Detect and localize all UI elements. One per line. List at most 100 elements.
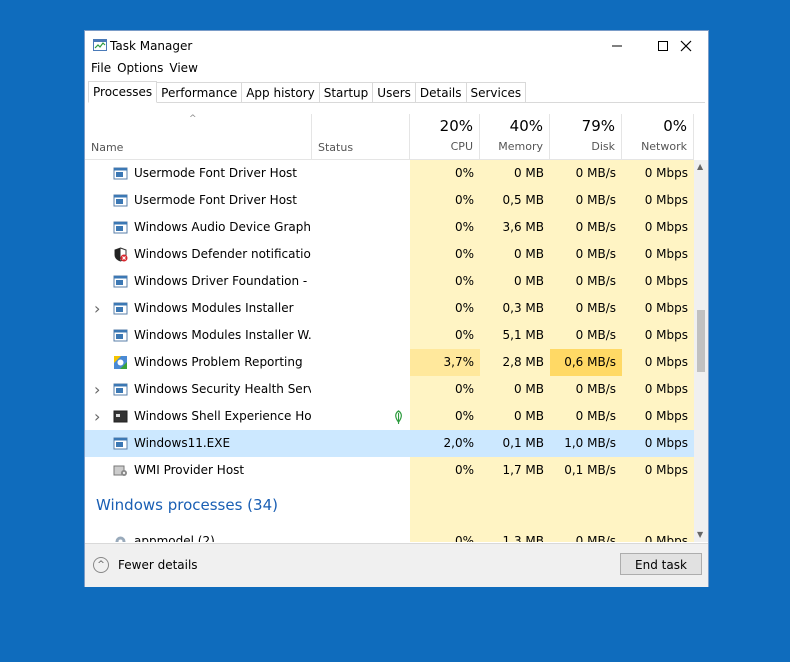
process-name-cell: Windows Audio Device Graph Is... [85,214,311,241]
process-name-cell: WMI Provider Host [85,457,311,484]
disk-value: 0 MB/s [550,187,622,214]
task-manager-icon [93,39,107,51]
network-value: 0 Mbps [622,160,694,187]
network-value: 0 Mbps [622,322,694,349]
cpu-value: 0% [410,376,480,403]
network-value: 0 Mbps [622,403,694,430]
suspended-leaf-icon [395,410,402,424]
network-column-label: Network [641,140,687,153]
name-column-label: Name [91,141,124,154]
status-column-header[interactable]: Status [312,114,410,159]
close-icon [680,40,692,52]
process-name-cell: Windows Driver Foundation - U... [85,268,311,295]
disk-value: 0 MB/s [550,241,622,268]
window-icon [113,437,128,450]
menu-view[interactable]: View [166,61,200,79]
process-name-cell: Usermode Font Driver Host [85,187,311,214]
tab-users[interactable]: Users [373,82,416,102]
disk-total: 79% [581,117,615,135]
process-name: Windows Modules Installer W... [134,328,311,342]
tab-app-history[interactable]: App history [242,82,320,102]
tab-services[interactable]: Services [466,82,527,102]
memory-value: 5,1 MB [480,322,550,349]
chevron-right-icon[interactable]: › [94,403,100,430]
menu-file[interactable]: File [88,61,114,79]
memory-value: 0,5 MB [480,187,550,214]
tab-performance[interactable]: Performance [157,82,243,102]
tab-details[interactable]: Details [415,82,467,102]
memory-value: 1,3 MB [480,528,550,542]
tab-startup[interactable]: Startup [319,82,374,102]
process-row[interactable]: ›Windows Security Health Service0%0 MB0 … [85,376,694,403]
section-header-windows-processes[interactable]: Windows processes (34) [96,496,278,514]
process-name: Windows Defender notification ... [134,247,311,261]
disk-value: 0 MB/s [550,295,622,322]
process-row[interactable]: Usermode Font Driver Host 0% 0,5 MB 0 MB/s 0… [85,187,694,214]
fewer-details-button[interactable]: ^ Fewer details [93,557,198,573]
process-row[interactable]: Usermode Font Driver Host 0% 0 MB 0 MB/s 0 M… [85,160,694,187]
name-column-header[interactable]: ^ Name [85,114,312,159]
title-bar: Task Manager [85,31,708,61]
cpu-value: 0% [410,403,480,430]
shield-icon [114,247,128,262]
memory-value: 1,7 MB [480,457,550,484]
minimize-button[interactable] [594,31,640,61]
network-column-header[interactable]: 0% Network [622,114,694,159]
cpu-value: 0% [410,214,480,241]
process-row[interactable]: Windows Modules Installer W... 0% 5,1 MB 0 … [85,322,694,349]
process-name: Windows11.EXE [134,436,231,450]
process-name-cell: › Windows Shell Experience Host [85,403,311,430]
network-value: 0 Mbps [622,349,694,376]
cpu-value: 0% [410,241,480,268]
disk-value: 0 MB/s [550,268,622,295]
chevron-right-icon[interactable]: › [94,376,100,403]
vertical-scrollbar[interactable]: ▲ ▼ [694,160,708,542]
process-name-cell: Windows Defender notification ... [85,241,311,268]
process-row[interactable]: Windows11.EXE 2,0% 0,1 MB 1,0 MB/s 0 Mbps [85,430,694,457]
close-button[interactable] [663,31,709,61]
network-value: 0 Mbps [622,295,694,322]
process-name: Windows Driver Foundation - U... [134,274,311,288]
network-total: 0% [663,117,687,135]
window-icon [113,194,128,207]
cpu-column-header[interactable]: 20% CPU [410,114,480,159]
process-name-cell: › Windows Modules Installer [85,295,311,322]
process-name: Windows Modules Installer [134,301,294,315]
disk-column-header[interactable]: 79% Disk [550,114,622,159]
process-name: WMI Provider Host [134,463,245,477]
process-list: Usermode Font Driver Host 0% 0 MB 0 MB/s 0 M… [85,160,694,542]
process-row[interactable]: › Windows Shell Experience Host 0% 0 MB 0 MB… [85,403,694,430]
menu-options[interactable]: Options [114,61,166,79]
cpu-value: 0% [410,528,480,542]
chevron-up-icon: ^ [93,557,109,573]
memory-column-header[interactable]: 40% Memory [480,114,550,159]
window-icon [113,275,128,288]
process-row[interactable]: Windows Problem Reporting 3,7% 2,8 MB 0,6 M… [85,349,694,376]
cpu-value: 0% [410,187,480,214]
process-row[interactable]: Windows Driver Foundation - U...0%0 MB0 … [85,268,694,295]
process-name: appmodel (2) [134,534,215,542]
window-icon [113,302,128,315]
memory-value: 0 MB [480,268,550,295]
cpu-column-label: CPU [450,140,473,153]
cpu-total: 20% [439,117,473,135]
process-row[interactable]: Windows Audio Device Graph Is... 0%3,6 MB… [85,214,694,241]
process-row[interactable]: › Windows Modules Installer 0% 0,3 MB 0 MB/s… [85,295,694,322]
end-task-button[interactable]: End task [620,553,702,575]
cpu-value: 2,0% [443,436,475,450]
scroll-down-icon[interactable]: ▼ [697,530,703,539]
tab-processes[interactable]: Processes [88,81,158,103]
process-name: Windows Shell Experience Host [134,409,311,423]
chevron-right-icon[interactable]: › [94,295,100,322]
scrollbar-thumb[interactable] [697,310,705,372]
scroll-up-icon[interactable]: ▲ [697,162,703,171]
process-row[interactable]: WMI Provider Host 0% 1,7 MB 0,1 MB/s 0 Mbps [85,457,694,484]
section-heat-band [410,484,694,528]
process-row[interactable]: appmodel (2) 0% 1,3 MB 0 MB/s 0 Mbps [85,528,694,542]
process-name-cell: Windows11.EXE [85,430,311,457]
process-name: Usermode Font Driver Host [134,193,297,207]
process-name-cell: Windows Problem Reporting [85,349,311,376]
tab-bar: Processes Performance App history Startu… [88,81,705,103]
process-row[interactable]: Windows Defender notification ...0%0 MB0… [85,241,694,268]
wmi-icon [113,465,127,476]
